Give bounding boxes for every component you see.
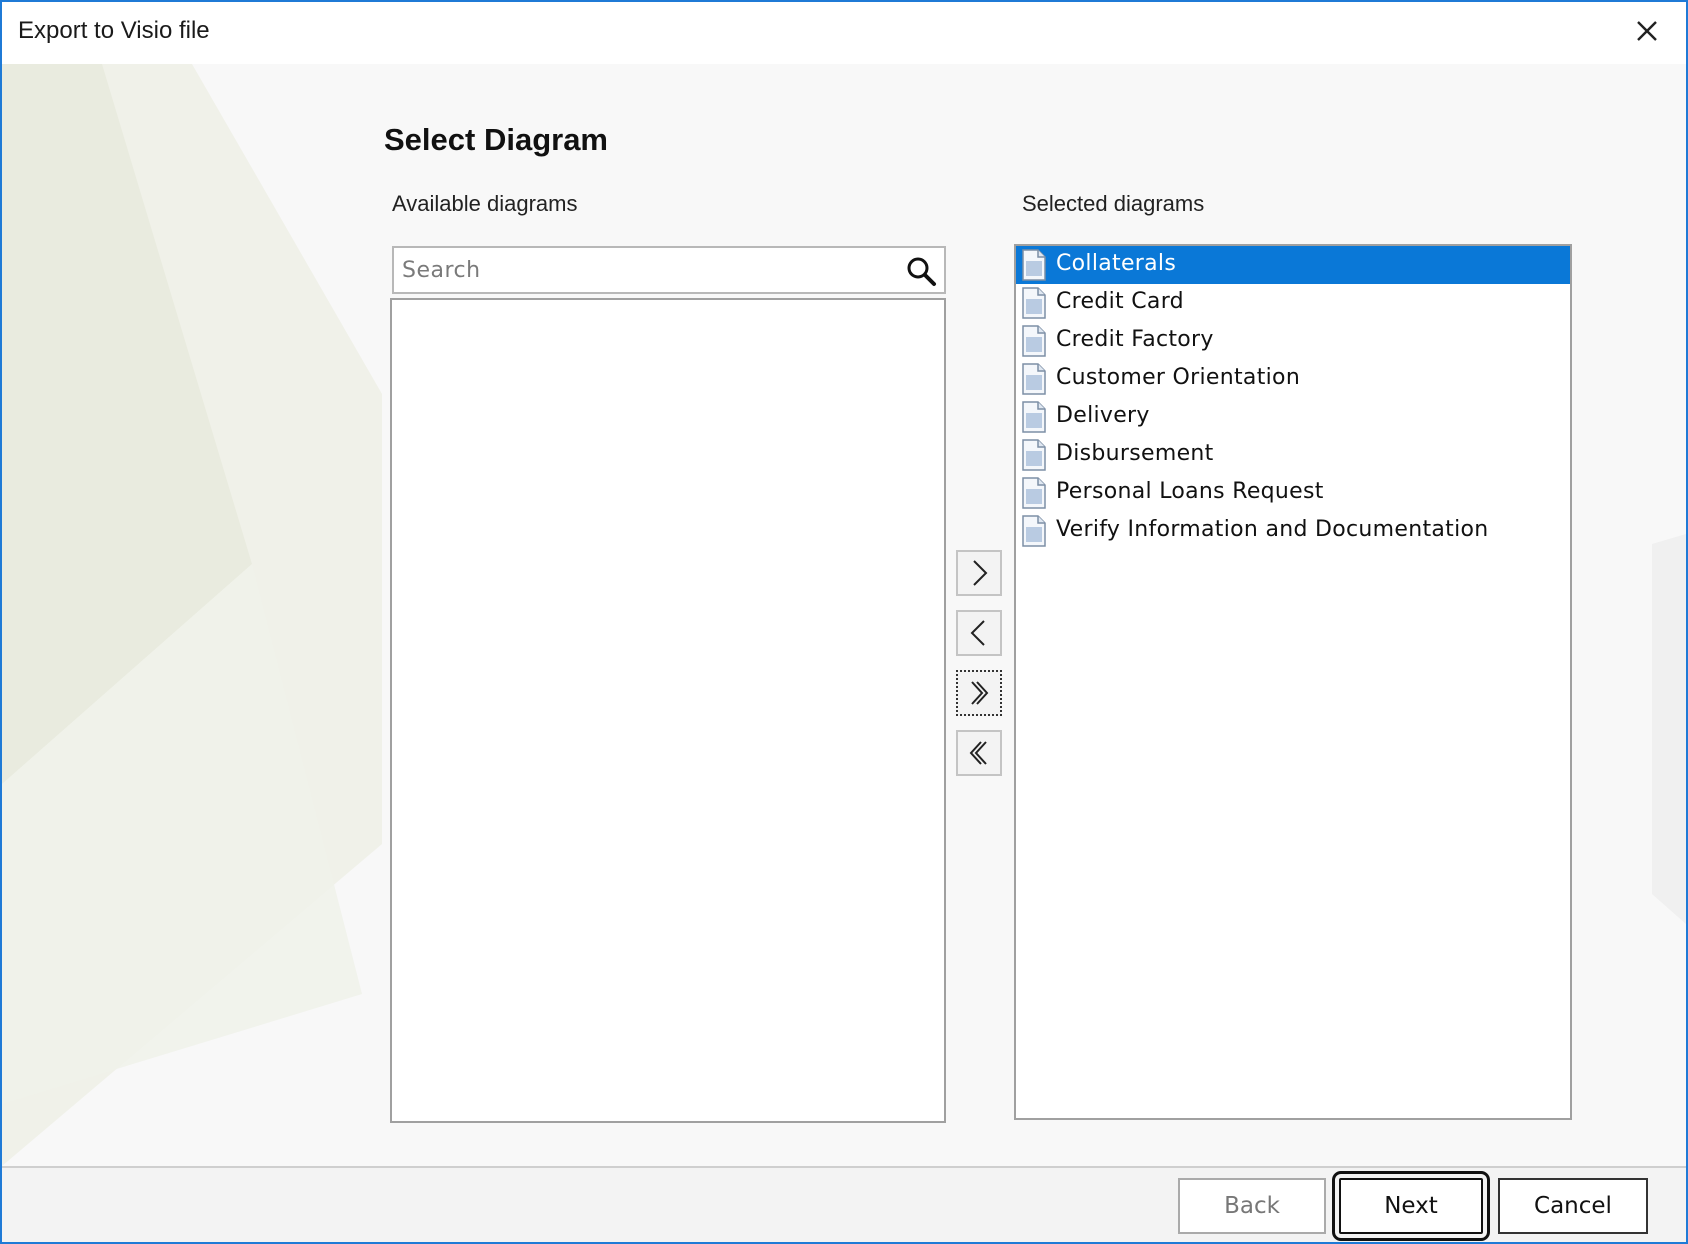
list-item[interactable]: Credit Factory	[1016, 322, 1570, 360]
document-icon	[1022, 325, 1046, 357]
export-dialog: Export to Visio file Select Diagram Avai…	[0, 0, 1688, 1244]
footer-bar: Back Next Cancel	[2, 1168, 1686, 1242]
document-icon	[1022, 363, 1046, 395]
available-diagrams-label: Available diagrams	[392, 191, 578, 216]
list-item-label: Verify Information and Documentation	[1056, 517, 1489, 542]
list-item[interactable]: Personal Loans Request	[1016, 474, 1570, 512]
close-icon	[1637, 21, 1657, 41]
double-chevron-left-icon	[969, 741, 987, 765]
document-icon	[1022, 287, 1046, 319]
back-button[interactable]: Back	[1178, 1178, 1326, 1234]
list-item[interactable]: Collaterals	[1016, 246, 1570, 284]
list-item-label: Collaterals	[1056, 251, 1177, 276]
document-icon	[1022, 439, 1046, 471]
document-icon	[1022, 249, 1046, 281]
remove-button[interactable]	[956, 610, 1002, 656]
list-item[interactable]: Credit Card	[1016, 284, 1570, 322]
list-item-label: Credit Card	[1056, 289, 1184, 314]
add-button[interactable]	[956, 550, 1002, 596]
list-item-label: Customer Orientation	[1056, 365, 1301, 390]
document-icon	[1022, 515, 1046, 547]
selected-diagrams-label: Selected diagrams	[1022, 191, 1205, 216]
list-item[interactable]: Disbursement	[1016, 436, 1570, 474]
list-item-label: Delivery	[1056, 403, 1150, 428]
page-title: Select Diagram	[384, 122, 608, 157]
window-title: Export to Visio file	[18, 17, 210, 44]
cancel-button[interactable]: Cancel	[1498, 1178, 1648, 1234]
search-input[interactable]	[402, 253, 882, 287]
document-icon	[1022, 477, 1046, 509]
list-item-label: Disbursement	[1056, 441, 1214, 466]
available-diagrams-list[interactable]	[390, 298, 946, 1123]
list-item[interactable]: Delivery	[1016, 398, 1570, 436]
document-icon	[1022, 401, 1046, 433]
double-chevron-right-icon	[971, 681, 989, 705]
search-icon[interactable]	[904, 254, 938, 288]
add-all-button[interactable]	[956, 670, 1002, 716]
close-button[interactable]	[1630, 14, 1664, 48]
main-content: Select Diagram Available diagrams Select…	[2, 64, 1686, 1166]
search-box	[392, 246, 946, 294]
title-bar: Export to Visio file	[2, 2, 1686, 64]
selected-diagrams-list[interactable]: Collaterals Credit Card Credit Factory Cust…	[1014, 244, 1572, 1120]
chevron-right-icon	[973, 560, 988, 586]
remove-all-button[interactable]	[956, 730, 1002, 776]
list-item[interactable]: Verify Information and Documentation	[1016, 512, 1570, 550]
list-item-label: Credit Factory	[1056, 327, 1214, 352]
next-button[interactable]: Next	[1332, 1171, 1490, 1241]
chevron-left-icon	[970, 620, 985, 646]
list-item-label: Personal Loans Request	[1056, 479, 1324, 504]
list-item[interactable]: Customer Orientation	[1016, 360, 1570, 398]
